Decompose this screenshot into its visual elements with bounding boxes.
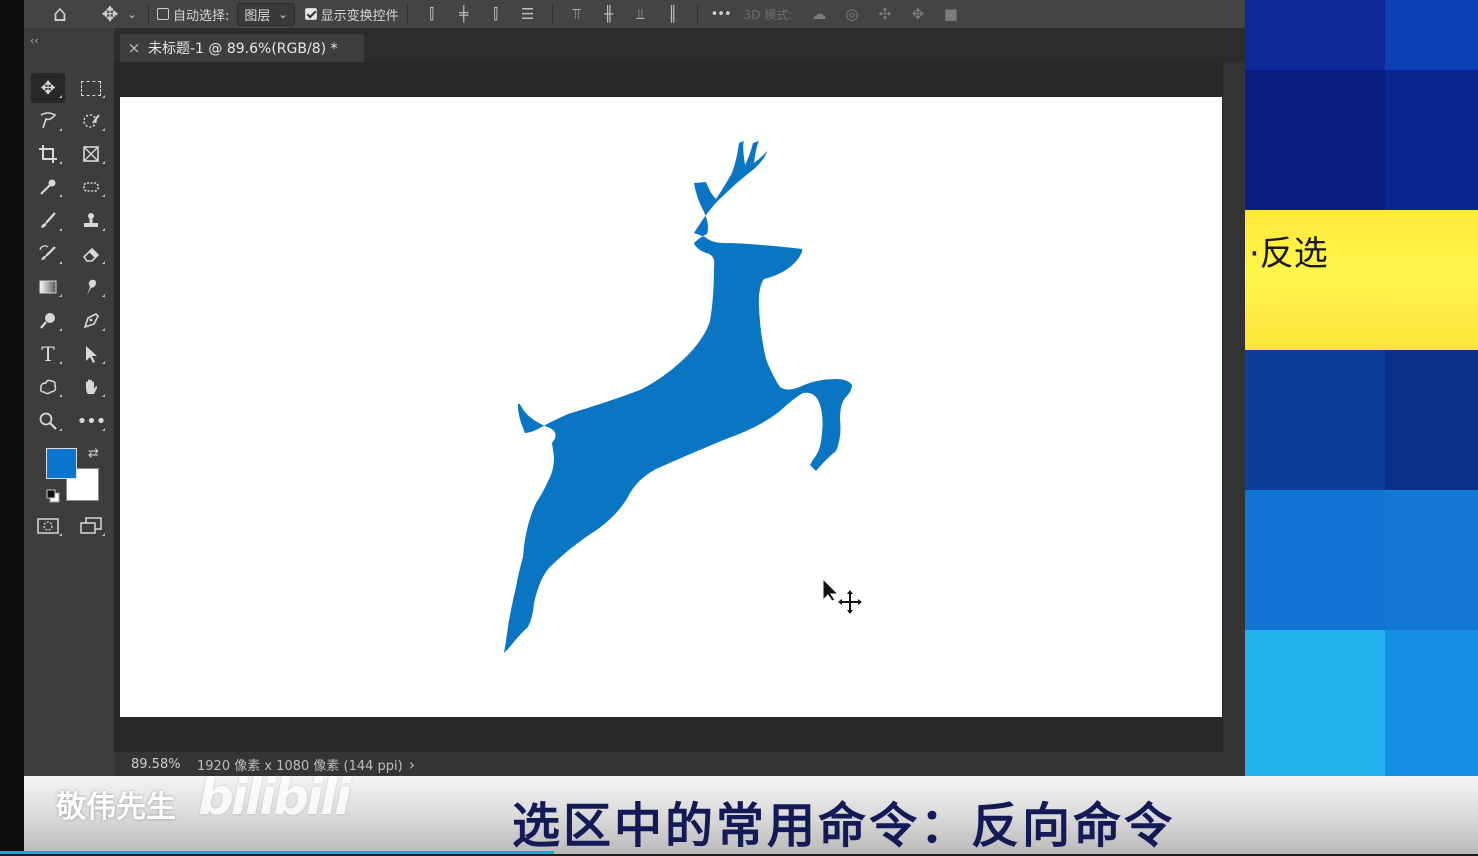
show-transform-check-box[interactable]	[304, 8, 317, 20]
align-right-icon[interactable]: ⫿	[480, 5, 512, 23]
3d-pan-icon: ✣	[878, 5, 892, 23]
align-vertical-center-icon[interactable]: ╫	[593, 5, 625, 23]
lasso-tool[interactable]	[31, 106, 65, 136]
3d-scale-icon: ■	[943, 5, 958, 23]
collapse-panel-button[interactable]: ‹‹	[30, 34, 39, 47]
caption-left-edge	[0, 776, 24, 854]
move-cursor-icon	[822, 577, 866, 622]
crop-tool[interactable]	[31, 139, 65, 169]
history-brush-tool[interactable]	[31, 239, 65, 269]
align-top-icon[interactable]: ⫪	[561, 5, 593, 23]
watermark-author: 敬伟先生	[56, 790, 176, 825]
zoom-tool[interactable]	[31, 406, 65, 436]
gradient-tool[interactable]	[31, 272, 65, 302]
eraser-tool[interactable]	[74, 239, 108, 269]
highlight-text: ·反选	[1249, 234, 1328, 274]
document-tab[interactable]: × 未标题-1 @ 89.6%(RGB/8) *	[120, 34, 364, 62]
divider	[696, 4, 698, 24]
show-transform-label: 显示变换控件	[320, 8, 399, 24]
custom-shape-tool[interactable]	[31, 372, 65, 402]
hand-tool[interactable]	[74, 372, 108, 402]
auto-select-label: 自动选择:	[173, 8, 230, 24]
type-tool[interactable]: T	[31, 339, 65, 369]
show-transform-controls-checkbox[interactable]: 显示变换控件	[304, 5, 399, 24]
quick-mask-icon[interactable]	[31, 511, 65, 541]
distribute-horizontal-icon[interactable]: ║	[657, 5, 689, 23]
status-menu-arrow-icon[interactable]: ›	[409, 755, 415, 774]
subtitle-text: 选区中的常用命令：反向命令	[512, 798, 1176, 854]
brush-tool[interactable]	[31, 206, 65, 236]
dodge-tool[interactable]	[31, 306, 65, 336]
spot-healing-tool[interactable]	[74, 172, 108, 202]
path-selection-tool[interactable]	[74, 339, 108, 369]
divider	[148, 4, 149, 24]
default-colors-icon[interactable]	[46, 488, 60, 507]
close-tab-icon[interactable]: ×	[120, 39, 148, 57]
align-horizontal-center-icon[interactable]: ╪	[448, 5, 480, 23]
align-bottom-icon[interactable]: ⫫	[625, 5, 657, 23]
frame-tool[interactable]	[74, 139, 108, 169]
auto-select-check-box[interactable]	[157, 8, 169, 20]
auto-select-target-value: 图层	[244, 8, 271, 24]
screen-mode-icon[interactable]	[74, 511, 108, 541]
tool-preset-dropdown-icon[interactable]: ⌄	[124, 0, 140, 28]
quick-selection-tool[interactable]	[74, 106, 108, 136]
3d-orbit-icon: ☁	[811, 5, 827, 23]
edit-toolbar-icon[interactable]: •••	[74, 406, 108, 436]
watermark-logo: bilibili	[198, 768, 351, 826]
marquee-tool[interactable]	[74, 73, 108, 103]
slide-background	[1245, 0, 1478, 776]
vertical-scrollbar[interactable]	[1223, 62, 1245, 776]
smudge-tool[interactable]	[74, 272, 108, 302]
more-options-button[interactable]: •••	[706, 7, 736, 22]
eyedropper-tool[interactable]	[31, 172, 65, 202]
chevron-down-icon: ⌄	[278, 7, 288, 21]
divider	[406, 4, 408, 24]
auto-select-target-dropdown[interactable]: 图层 ⌄	[237, 2, 295, 26]
options-bar: ⌂ ✥ ⌄ 自动选择: 图层 ⌄ 显示变换控件 ⫿ ╪ ⫿ ☰ ⫪ ╫ ⫫ ║ …	[24, 0, 1245, 28]
foreground-color-swatch[interactable]	[46, 448, 77, 479]
3d-slide-icon: ✥	[911, 5, 925, 23]
move-tool[interactable]: ✥	[31, 73, 65, 103]
document-tab-title: 未标题-1 @ 89.6%(RGB/8) *	[148, 41, 338, 57]
swap-colors-icon[interactable]: ⇄	[88, 446, 99, 461]
move-tool-icon[interactable]: ✥	[96, 0, 124, 28]
3d-roll-icon: ◎	[845, 5, 859, 23]
left-edge	[0, 0, 24, 776]
pen-tool[interactable]	[74, 306, 108, 336]
zoom-level[interactable]: 89.58%	[131, 757, 197, 772]
document-canvas[interactable]	[120, 97, 1222, 717]
align-left-icon[interactable]: ⫿	[416, 5, 448, 23]
align-vertical-distribute-icon[interactable]: ☰	[512, 5, 544, 23]
3d-mode-label: 3D 模式:	[743, 7, 793, 22]
deer-silhouette	[504, 141, 852, 653]
auto-select-checkbox[interactable]: 自动选择:	[157, 5, 229, 24]
clone-stamp-tool[interactable]	[74, 206, 108, 236]
divider	[551, 4, 553, 24]
home-icon[interactable]: ⌂	[24, 0, 96, 28]
